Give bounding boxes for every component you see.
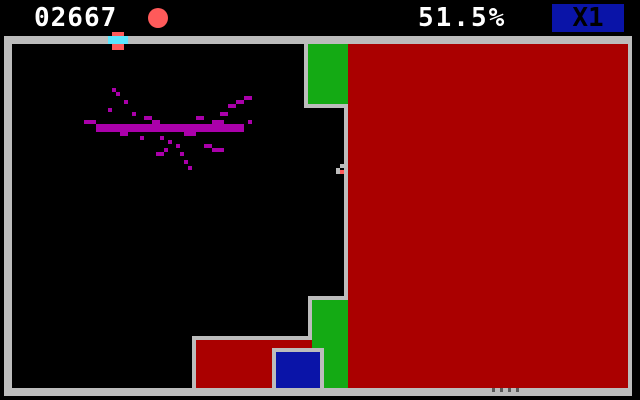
hud-score: 02667 [34,3,118,33]
claimed-area-green-top [304,44,348,108]
lives-icon [148,8,168,28]
stepper-indicator [492,388,522,392]
qix-enemy [84,88,252,170]
claimed-area-blue-bottom [272,348,324,388]
claimed-area-red-main [344,44,628,388]
multiplier-badge: X1 [552,4,624,32]
sparx-icon [336,164,346,176]
claimed-percent: 51.5% [418,3,507,33]
player-marker-icon [108,32,128,52]
